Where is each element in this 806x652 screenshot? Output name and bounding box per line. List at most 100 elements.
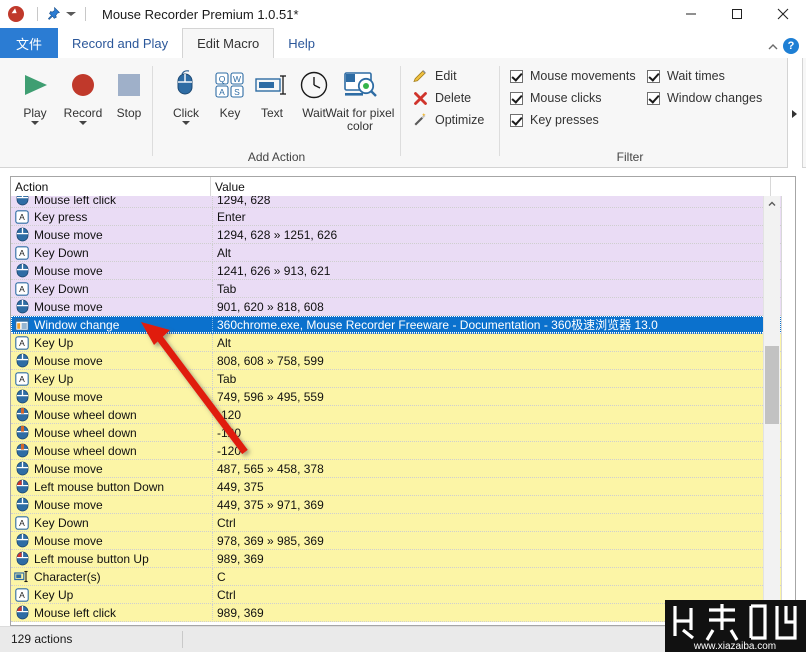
table-row[interactable]: A Key Down Alt xyxy=(11,243,781,262)
filter-mouse-clicks[interactable]: Mouse clicks xyxy=(510,89,602,107)
scroll-up-icon[interactable] xyxy=(764,196,780,212)
table-row[interactable]: Mouse move 449, 375 » 971, 369 xyxy=(11,495,781,514)
tab-help[interactable]: Help xyxy=(274,28,329,58)
table-row[interactable]: A Key Up Alt xyxy=(11,333,781,352)
column-header-value[interactable]: Value xyxy=(211,177,771,196)
row-value: Tab xyxy=(212,369,781,388)
checkbox-icon[interactable] xyxy=(510,91,523,105)
table-row[interactable]: Mouse move 487, 565 » 458, 378 xyxy=(11,459,781,478)
table-row[interactable]: Mouse left click 989, 369 xyxy=(11,603,781,622)
stop-button[interactable]: Stop xyxy=(100,64,158,120)
tab-file[interactable]: 文件 xyxy=(0,28,59,58)
table-row[interactable]: A Key Down Ctrl xyxy=(11,513,781,532)
table-row[interactable]: Left mouse button Up 989, 369 xyxy=(11,549,781,568)
vertical-scrollbar[interactable] xyxy=(763,196,780,625)
tab-edit-macro[interactable]: Edit Macro xyxy=(182,28,275,58)
pencil-icon xyxy=(411,68,429,84)
row-value: 1241, 626 » 913, 621 xyxy=(212,261,781,280)
row-value: 449, 375 xyxy=(212,477,781,496)
checkbox-icon[interactable] xyxy=(510,113,523,127)
delete-button[interactable]: Delete xyxy=(411,88,471,108)
checkbox-icon[interactable] xyxy=(647,91,660,105)
click-dropdown-caret-icon[interactable] xyxy=(182,121,190,125)
svg-text:W: W xyxy=(233,74,241,84)
row-action-label: Character(s) xyxy=(34,569,101,584)
mouse-left-down-icon xyxy=(11,478,33,496)
customize-dropdown-icon[interactable] xyxy=(64,7,78,21)
row-action-label: Mouse move xyxy=(34,263,103,278)
svg-text:A: A xyxy=(19,248,25,258)
row-action-label: Key Up xyxy=(34,587,74,602)
key-icon: A xyxy=(11,514,33,532)
filter-wait-times[interactable]: Wait times xyxy=(647,67,725,85)
filter-key-presses[interactable]: Key presses xyxy=(510,111,599,129)
ribbon-tab-bar: 文件 Record and Play Edit Macro Help xyxy=(0,28,806,58)
text-field-icon xyxy=(11,568,33,586)
table-row[interactable]: Mouse move 1294, 628 » 1251, 626 xyxy=(11,225,781,244)
checkbox-icon[interactable] xyxy=(510,69,523,83)
ribbon-scroll-right[interactable] xyxy=(787,58,803,168)
ribbon-group-filter: Mouse movements Mouse clicks Key presses… xyxy=(500,58,786,167)
mouse-wheel-icon xyxy=(11,424,33,442)
table-row[interactable]: A Key Down Tab xyxy=(11,279,781,298)
table-row[interactable]: Mouse wheel down -120 xyxy=(11,423,781,442)
row-value: 749, 596 » 495, 559 xyxy=(212,387,781,406)
row-value: 360chrome.exe, Mouse Recorder Freeware -… xyxy=(212,315,781,334)
table-row[interactable]: Character(s) C xyxy=(11,567,781,586)
status-actions-count: 129 actions xyxy=(11,632,73,646)
table-row[interactable]: Window change 360chrome.exe, Mouse Record… xyxy=(11,315,781,334)
list-header: Action Value xyxy=(11,177,795,197)
record-dropdown-caret-icon[interactable] xyxy=(79,121,87,125)
add-wait-pixel-color-label: Wait for pixel color xyxy=(325,106,395,133)
edit-button[interactable]: Edit xyxy=(411,66,457,86)
stop-label: Stop xyxy=(116,106,142,120)
mouse-icon xyxy=(11,388,33,406)
play-label: Play xyxy=(23,106,47,120)
table-row[interactable]: Mouse move 749, 596 » 495, 559 xyxy=(11,387,781,406)
table-row[interactable]: Mouse move 1241, 626 » 913, 621 xyxy=(11,261,781,280)
table-row[interactable]: A Key press Enter xyxy=(11,207,781,226)
mouse-icon xyxy=(11,196,33,207)
key-icon: A xyxy=(11,334,33,352)
pin-icon[interactable] xyxy=(45,6,61,22)
filter-mouse-movements[interactable]: Mouse movements xyxy=(510,67,636,85)
add-wait-pixel-color-button[interactable]: Wait for pixel color xyxy=(323,64,397,133)
row-value: -120 xyxy=(212,405,781,424)
ribbon: Play Record Stop Click Q W A S Key Text … xyxy=(0,58,806,168)
ribbon-collapse-icon[interactable] xyxy=(766,40,780,54)
row-value: -120 xyxy=(212,423,781,442)
row-action-label: Mouse move xyxy=(34,353,103,368)
table-row[interactable]: Left mouse button Down 449, 375 xyxy=(11,477,781,496)
window-icon xyxy=(11,316,33,334)
maximize-icon[interactable] xyxy=(714,0,760,28)
optimize-button[interactable]: Optimize xyxy=(411,110,484,130)
table-row[interactable]: A Key Up Ctrl xyxy=(11,585,781,604)
svg-text:A: A xyxy=(19,284,25,294)
table-row[interactable]: Mouse move 978, 369 » 985, 369 xyxy=(11,531,781,550)
table-row[interactable]: Mouse wheel down -120 xyxy=(11,441,781,460)
table-row[interactable]: Mouse move 901, 620 » 818, 608 xyxy=(11,297,781,316)
column-header-action[interactable]: Action xyxy=(11,177,211,196)
checkbox-icon[interactable] xyxy=(647,69,660,83)
minimize-icon[interactable] xyxy=(668,0,714,28)
row-action-label: Left mouse button Up xyxy=(34,551,149,566)
app-window: Mouse Recorder Premium 1.0.51* 文件 Record… xyxy=(0,0,806,652)
table-row[interactable]: A Key Up Tab xyxy=(11,369,781,388)
svg-text:S: S xyxy=(234,87,240,97)
key-icon: A xyxy=(11,244,33,262)
filter-window-changes[interactable]: Window changes xyxy=(647,89,762,107)
key-icon: A xyxy=(11,208,33,226)
tab-record-and-play[interactable]: Record and Play xyxy=(58,28,182,58)
row-action-label: Mouse wheel down xyxy=(34,407,137,422)
scrollbar-thumb[interactable] xyxy=(765,346,779,424)
table-row[interactable]: Mouse move 808, 608 » 758, 599 xyxy=(11,351,781,370)
table-row[interactable]: Mouse wheel down -120 xyxy=(11,405,781,424)
row-action-label: Left mouse button Down xyxy=(34,479,165,494)
table-row[interactable]: Mouse left click 1294, 628 xyxy=(11,196,781,208)
row-value: 1294, 628 » 1251, 626 xyxy=(212,225,781,244)
close-icon[interactable] xyxy=(760,0,806,28)
play-dropdown-caret-icon[interactable] xyxy=(31,121,39,125)
stop-square-icon xyxy=(107,64,151,106)
red-x-icon xyxy=(411,90,429,106)
help-button[interactable]: ? xyxy=(783,38,799,54)
